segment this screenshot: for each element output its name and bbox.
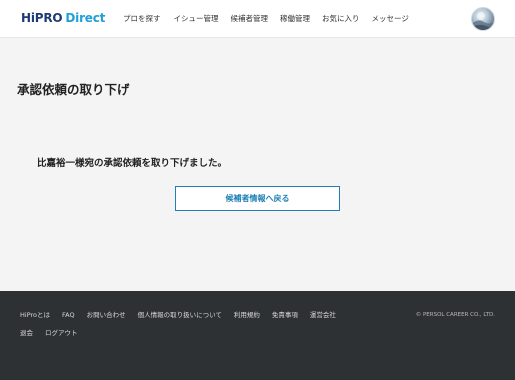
- footer-link-disclaimer[interactable]: 免責事項: [272, 312, 298, 319]
- copyright-text: © PERSOL CAREER CO., LTD.: [415, 312, 495, 318]
- nav-candidate-management[interactable]: 候補者管理: [231, 13, 269, 24]
- footer-link-terms[interactable]: 利用規約: [234, 312, 260, 319]
- footer-link-about-hipro[interactable]: HiProとは: [20, 312, 50, 319]
- main-nav: プロを探す イシュー管理 候補者管理 稼働管理 お気に入り メッセージ: [123, 13, 409, 24]
- nav-operation-management[interactable]: 稼働管理: [280, 13, 310, 24]
- nav-favorites[interactable]: お気に入り: [322, 13, 360, 24]
- user-avatar[interactable]: [471, 7, 495, 31]
- logo-direct: Direct: [65, 11, 106, 25]
- footer-link-faq[interactable]: FAQ: [62, 312, 75, 319]
- back-to-candidate-info-button[interactable]: 候補者情報へ戻る: [175, 186, 340, 211]
- hipro-direct-logo[interactable]: Hi PRO Direct: [21, 11, 105, 25]
- page-title: 承認依頼の取り下げ: [17, 82, 130, 97]
- nav-find-pro[interactable]: プロを探す: [123, 13, 161, 24]
- footer-links-row-1: HiProとは FAQ お問い合わせ 個人情報の取り扱いについて 利用規約 免責…: [20, 312, 420, 319]
- footer-link-withdraw[interactable]: 退会: [20, 330, 33, 337]
- site-footer: HiProとは FAQ お問い合わせ 個人情報の取り扱いについて 利用規約 免責…: [0, 291, 515, 380]
- footer-links-row-2: 退会 ログアウト: [20, 330, 420, 337]
- logo-pro: PRO: [34, 11, 63, 25]
- avatar-image-icon: [472, 12, 494, 30]
- site-header: Hi PRO Direct プロを探す イシュー管理 候補者管理 稼働管理 お気…: [0, 0, 515, 38]
- footer-link-company[interactable]: 運営会社: [310, 312, 336, 319]
- footer-link-contact[interactable]: お問い合わせ: [87, 312, 126, 319]
- nav-issue-management[interactable]: イシュー管理: [174, 13, 219, 24]
- withdrawal-complete-message: 比嘉裕一様宛の承認依頼を取り下げました。: [37, 158, 228, 169]
- logo-hi: Hi: [21, 11, 35, 25]
- footer-links: HiProとは FAQ お問い合わせ 個人情報の取り扱いについて 利用規約 免責…: [20, 312, 420, 337]
- footer-link-logout[interactable]: ログアウト: [45, 330, 78, 337]
- footer-link-privacy[interactable]: 個人情報の取り扱いについて: [138, 312, 222, 319]
- nav-messages[interactable]: メッセージ: [372, 13, 409, 24]
